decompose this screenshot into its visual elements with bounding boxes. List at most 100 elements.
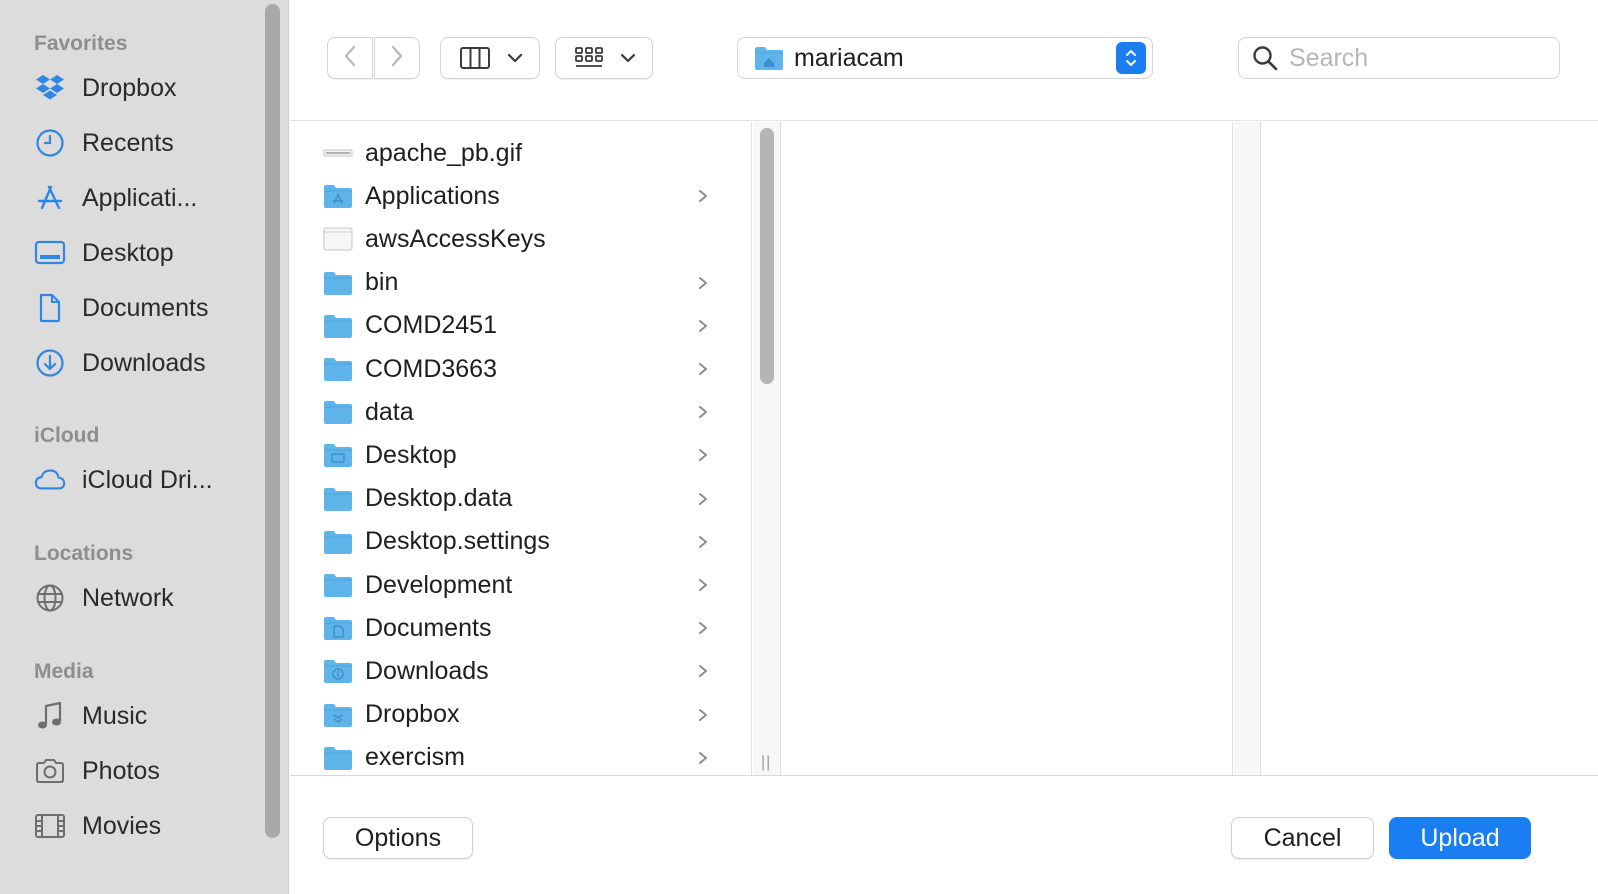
- file-open-dialog: Favorites Dropbox Recents Applicati... D…: [0, 0, 1598, 894]
- sidebar-item-label: Dropbox: [82, 73, 177, 102]
- sidebar-item-dropbox[interactable]: Dropbox: [34, 68, 259, 108]
- file-name: Applications: [365, 181, 500, 210]
- back-button[interactable]: [327, 37, 373, 79]
- cancel-button[interactable]: Cancel: [1231, 817, 1374, 859]
- sidebar-scrollbar[interactable]: [265, 4, 280, 838]
- sidebar-scroll-thumb[interactable]: [265, 4, 280, 838]
- upload-button[interactable]: Upload: [1389, 817, 1531, 859]
- path-stepper[interactable]: [1116, 42, 1146, 74]
- chevron-left-icon: [343, 44, 357, 73]
- generic-file-icon: [322, 223, 354, 255]
- file-list-item[interactable]: apache_pb.gif: [290, 131, 751, 175]
- up-down-chevron-icon: [1126, 50, 1136, 66]
- documents-folder-icon: [322, 612, 354, 644]
- group-by-button[interactable]: [555, 37, 653, 79]
- globe-icon: [34, 582, 66, 614]
- folder-icon: [322, 526, 354, 558]
- chevron-right-icon: [696, 445, 710, 465]
- chevron-down-icon: [620, 53, 636, 63]
- file-list-item[interactable]: Desktop.data: [290, 477, 751, 521]
- view-mode-button[interactable]: [440, 37, 540, 79]
- toolbar: mariacam: [290, 0, 1598, 121]
- clock-icon: [34, 127, 66, 159]
- chevron-right-icon: [696, 316, 710, 336]
- forward-button[interactable]: [374, 37, 420, 79]
- desktop-folder-icon: [322, 439, 354, 471]
- chevron-right-icon: [696, 489, 710, 509]
- path-popup[interactable]: mariacam: [737, 37, 1153, 79]
- sidebar-item-photos[interactable]: Photos: [34, 751, 259, 791]
- sidebar-item-label: Recents: [82, 128, 174, 157]
- dropbox-folder-icon: [322, 699, 354, 731]
- chevron-right-icon: [696, 532, 710, 552]
- sidebar-item-documents[interactable]: Documents: [34, 288, 259, 328]
- file-name: data: [365, 397, 414, 426]
- chevron-down-icon: [507, 53, 523, 63]
- search-icon: [1251, 44, 1279, 72]
- column-divider[interactable]: [1234, 122, 1261, 775]
- path-popup-label: mariacam: [794, 43, 904, 72]
- sidebar-item-label: Photos: [82, 756, 160, 785]
- sidebar-item-recents[interactable]: Recents: [34, 123, 259, 163]
- file-name: Desktop: [365, 440, 457, 469]
- file-list-item[interactable]: COMD3663: [290, 347, 751, 391]
- sidebar-item-music[interactable]: Music: [34, 696, 259, 736]
- folder-icon: [322, 267, 354, 299]
- file-name: Downloads: [365, 656, 489, 685]
- sidebar-item-icloud-drive[interactable]: iCloud Dri...: [34, 460, 259, 500]
- file-list-item[interactable]: bin: [290, 261, 751, 305]
- music-note-icon: [34, 700, 66, 732]
- columns-view-icon: [459, 46, 491, 70]
- file-list-item[interactable]: Dropbox: [290, 693, 751, 737]
- sidebar-section-icloud: iCloud: [34, 424, 100, 447]
- sidebar-item-movies[interactable]: Movies: [34, 806, 259, 846]
- sidebar-item-label: Desktop: [82, 238, 174, 267]
- file-list-item[interactable]: exercism: [290, 736, 751, 775]
- file-list-item[interactable]: Development: [290, 563, 751, 607]
- sidebar-item-label: Network: [82, 583, 174, 612]
- column-scroll-thumb[interactable]: [760, 128, 774, 384]
- file-list-item[interactable]: Downloads: [290, 649, 751, 693]
- desktop-icon: [34, 237, 66, 269]
- file-list-item[interactable]: COMD2451: [290, 304, 751, 348]
- file-list-column: apache_pb.gif Applications awsAccessKeys bi…: [290, 122, 752, 775]
- sidebar-item-label: Applicati...: [82, 183, 198, 212]
- sidebar-item-label: Movies: [82, 811, 162, 840]
- sidebar-item-label: Documents: [82, 293, 209, 322]
- sidebar-item-label: Music: [82, 701, 148, 730]
- search-input[interactable]: [1289, 43, 1539, 73]
- column-scrollbar[interactable]: ||: [753, 122, 781, 775]
- chevron-right-icon: [696, 748, 710, 768]
- file-list-item[interactable]: data: [290, 390, 751, 434]
- sidebar-item-network[interactable]: Network: [34, 578, 259, 618]
- camera-icon: [34, 755, 66, 787]
- file-name: COMD2451: [365, 311, 497, 340]
- file-name: exercism: [365, 743, 466, 772]
- search-field[interactable]: [1238, 37, 1560, 79]
- sidebar-item-applications[interactable]: Applicati...: [34, 178, 259, 218]
- file-list-item[interactable]: Applications: [290, 174, 751, 218]
- film-icon: [34, 810, 66, 842]
- file-name: Documents: [365, 613, 492, 642]
- chevron-right-icon: [696, 661, 710, 681]
- file-name: Desktop.data: [365, 484, 513, 513]
- options-button[interactable]: Options: [323, 817, 473, 859]
- sidebar-item-desktop[interactable]: Desktop: [34, 233, 259, 273]
- file-name: apache_pb.gif: [365, 138, 523, 167]
- sidebar-item-downloads[interactable]: Downloads: [34, 343, 259, 383]
- preview-column: [782, 122, 1233, 775]
- folder-icon: [322, 353, 354, 385]
- download-icon: [34, 347, 66, 379]
- file-list-item[interactable]: Desktop.settings: [290, 520, 751, 564]
- file-list-item[interactable]: Documents: [290, 606, 751, 650]
- downloads-folder-icon: [322, 655, 354, 687]
- sidebar-section-media: Media: [34, 660, 94, 683]
- file-list-item[interactable]: Desktop: [290, 433, 751, 477]
- applications-icon: [34, 182, 66, 214]
- sidebar-item-label: Downloads: [82, 348, 206, 377]
- file-name: COMD3663: [365, 354, 497, 383]
- sidebar-section-favorites: Favorites: [34, 32, 128, 55]
- column-resize-handle[interactable]: ||: [761, 754, 771, 772]
- file-name: Dropbox: [365, 700, 460, 729]
- file-list-item[interactable]: awsAccessKeys: [290, 217, 751, 261]
